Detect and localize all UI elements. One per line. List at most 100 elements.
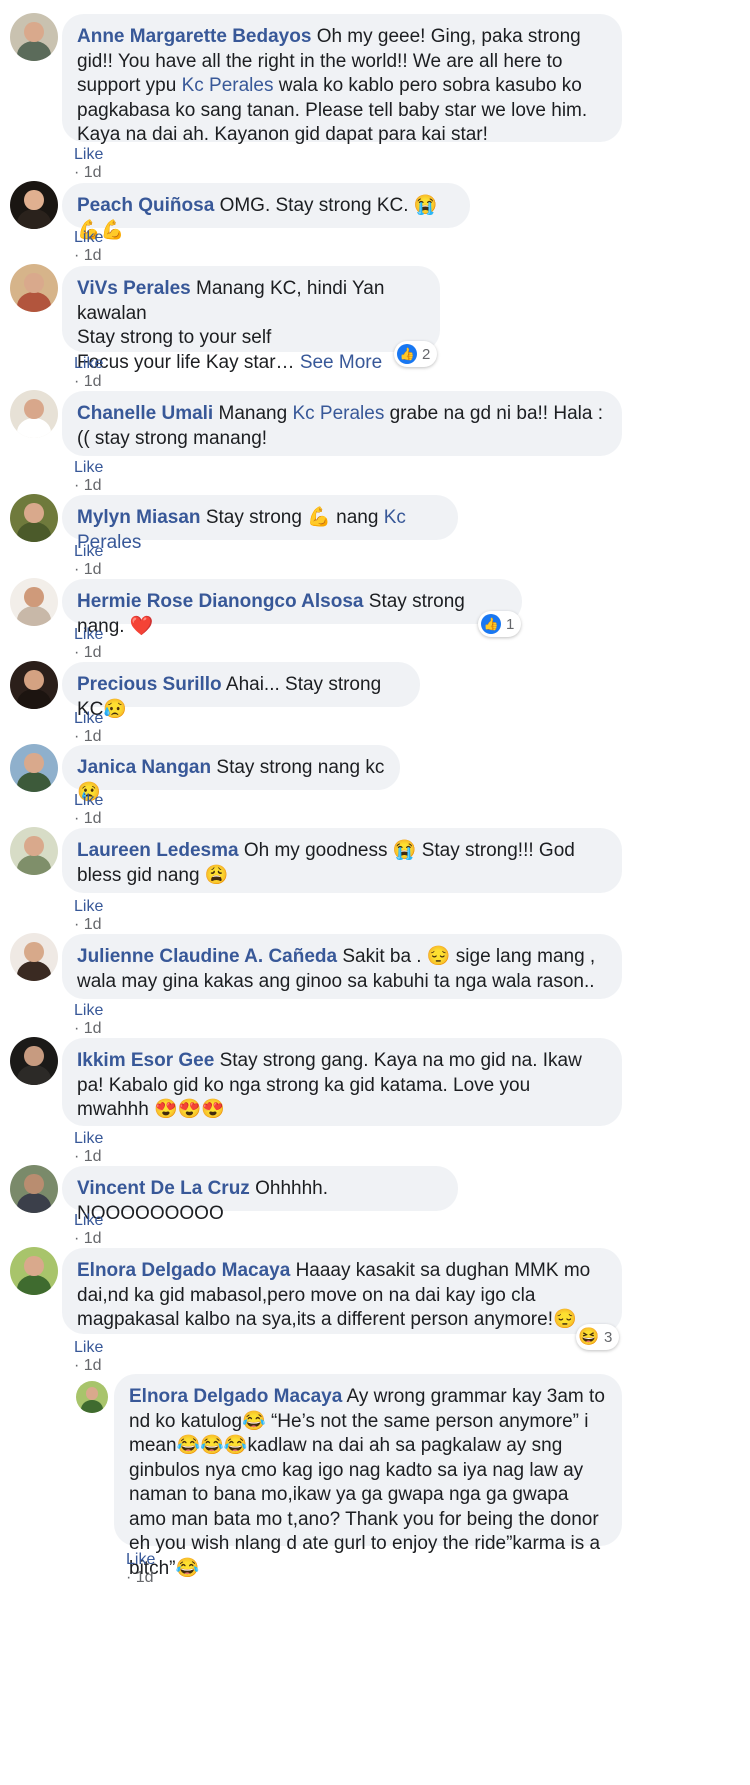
like-button[interactable]: Like	[74, 1002, 103, 1019]
commenter-name[interactable]: Janica Nangan	[77, 757, 211, 778]
comment-text: Ay wrong grammar kay 3am to nd ko katulo…	[129, 1386, 605, 1579]
reaction-count: 3	[604, 1328, 613, 1346]
like-button[interactable]: Like	[74, 626, 103, 643]
avatar[interactable]	[10, 744, 58, 792]
commenter-name[interactable]: Hermie Rose Dianongco Alsosa	[77, 591, 363, 612]
avatar[interactable]	[76, 1381, 108, 1413]
comment-bubble: Ikkim Esor Gee Stay strong gang. Kaya na…	[62, 1038, 622, 1126]
comment-bubble: Elnora Delgado Macaya Ay wrong grammar k…	[114, 1374, 622, 1579]
thumbs-up-icon: 👍	[397, 344, 417, 364]
avatar[interactable]	[10, 661, 58, 709]
avatar[interactable]	[10, 494, 58, 542]
commenter-name[interactable]: Laureen Ledesma	[77, 840, 239, 861]
comment-actions: Like · 1d	[74, 1339, 104, 1374]
timestamp[interactable]: 1d	[84, 916, 102, 933]
commenter-name[interactable]: ViVs Perales	[77, 278, 191, 299]
comment-actions: Like · 1d	[126, 1551, 156, 1586]
like-button[interactable]: Like	[74, 355, 103, 372]
avatar[interactable]	[10, 1165, 58, 1213]
like-button[interactable]: Like	[74, 792, 103, 809]
comment-bubble: Julienne Claudine A. Cañeda Sakit ba . 😔…	[62, 934, 622, 999]
timestamp[interactable]: 1d	[84, 477, 102, 494]
comment-bubble: Mylyn Miasan Stay strong 💪 nang Kc Peral…	[62, 495, 458, 553]
timestamp[interactable]: 1d	[84, 373, 102, 390]
comment-actions: Like · 1d	[74, 792, 104, 827]
comment-actions: Like · 1d	[74, 543, 104, 578]
like-button[interactable]: Like	[74, 146, 103, 163]
comment-text: Stay strong 💪 nang	[205, 507, 384, 528]
commenter-name[interactable]: Vincent De La Cruz	[77, 1178, 250, 1199]
avatar[interactable]	[10, 933, 58, 981]
timestamp[interactable]: 1d	[84, 164, 102, 181]
see-more-link[interactable]: See More	[300, 352, 382, 373]
like-button[interactable]: Like	[74, 1130, 103, 1147]
comment-text: Stay strong to your self	[77, 327, 272, 348]
comment-text: Focus your life Kay star…	[77, 351, 295, 373]
mention-link[interactable]: Kc Perales	[292, 403, 384, 424]
comment-bubble: Laureen Ledesma Oh my goodness 😭 Stay st…	[62, 828, 622, 893]
laughing-emoji-icon: 😆	[578, 1327, 600, 1346]
timestamp[interactable]: 1d	[84, 1357, 102, 1374]
like-button[interactable]: Like	[74, 229, 103, 246]
comment-bubble: Chanelle Umali Manang Kc Perales grabe n…	[62, 391, 622, 456]
like-button[interactable]: Like	[74, 1339, 103, 1356]
avatar[interactable]	[10, 181, 58, 229]
like-button[interactable]: Like	[126, 1551, 155, 1568]
commenter-name[interactable]: Elnora Delgado Macaya	[129, 1386, 342, 1407]
timestamp[interactable]: 1d	[136, 1569, 154, 1586]
timestamp[interactable]: 1d	[84, 1020, 102, 1037]
comment-text: Manang	[218, 403, 293, 424]
comment-actions: Like · 1d	[74, 1130, 104, 1165]
avatar[interactable]	[10, 1037, 58, 1085]
like-button[interactable]: Like	[74, 459, 103, 476]
timestamp[interactable]: 1d	[84, 1148, 102, 1165]
comment-actions: Like · 1d	[74, 355, 104, 390]
comment-bubble: Precious Surillo Ahai... Stay strong KC😥	[62, 662, 420, 720]
reaction-count: 1	[506, 615, 515, 633]
comment-bubble: Hermie Rose Dianongco Alsosa Stay strong…	[62, 579, 522, 637]
like-button[interactable]: Like	[74, 898, 103, 915]
timestamp[interactable]: 1d	[84, 728, 102, 745]
commenter-name[interactable]: Anne Margarette Bedayos	[77, 26, 311, 47]
comment-bubble: Elnora Delgado Macaya Haaay kasakit sa d…	[62, 1248, 622, 1334]
comment-bubble: Janica Nangan Stay strong nang kc 😢	[62, 745, 400, 803]
commenter-name[interactable]: Chanelle Umali	[77, 403, 213, 424]
timestamp[interactable]: 1d	[84, 561, 102, 578]
comment-bubble: ViVs Perales Manang KC, hindi Yan kawala…	[62, 266, 440, 373]
reaction-summary[interactable]: 👍 2	[394, 341, 438, 367]
comment-actions: Like · 1d	[74, 898, 104, 933]
comment-actions: Like · 1d	[74, 229, 104, 264]
thumbs-up-icon: 👍	[481, 614, 501, 634]
avatar[interactable]	[10, 1247, 58, 1295]
timestamp[interactable]: 1d	[84, 247, 102, 264]
reaction-count: 2	[422, 345, 431, 363]
comment-actions: Like · 1d	[74, 710, 104, 745]
like-button[interactable]: Like	[74, 710, 103, 727]
timestamp[interactable]: 1d	[84, 1230, 102, 1247]
reaction-summary[interactable]: 😆 3	[576, 1324, 620, 1350]
commenter-name[interactable]: Julienne Claudine A. Cañeda	[77, 946, 337, 967]
avatar[interactable]	[10, 390, 58, 438]
commenter-name[interactable]: Ikkim Esor Gee	[77, 1050, 214, 1071]
comment-actions: Like · 1d	[74, 1212, 104, 1247]
like-button[interactable]: Like	[74, 543, 103, 560]
comment-actions: Like · 1d	[74, 459, 104, 494]
commenter-name[interactable]: Peach Quiñosa	[77, 195, 214, 216]
comment-actions: Like · 1d	[74, 146, 104, 181]
comment-actions: Like · 1d	[74, 1002, 104, 1037]
avatar[interactable]	[10, 264, 58, 312]
like-button[interactable]: Like	[74, 1212, 103, 1229]
mention-link[interactable]: Kc Perales	[182, 75, 274, 96]
avatar[interactable]	[10, 578, 58, 626]
avatar[interactable]	[10, 13, 58, 61]
comment-actions: Like · 1d	[74, 626, 104, 661]
comment-bubble: Anne Margarette Bedayos Oh my geee! Ging…	[62, 14, 622, 145]
timestamp[interactable]: 1d	[84, 644, 102, 661]
commenter-name[interactable]: Precious Surillo	[77, 674, 222, 695]
commenter-name[interactable]: Mylyn Miasan	[77, 507, 201, 528]
comment-bubble: Vincent De La Cruz Ohhhhh. NOOOOOOOOO	[62, 1166, 458, 1224]
timestamp[interactable]: 1d	[84, 810, 102, 827]
commenter-name[interactable]: Elnora Delgado Macaya	[77, 1260, 290, 1281]
reaction-summary[interactable]: 👍 1	[478, 611, 522, 637]
avatar[interactable]	[10, 827, 58, 875]
